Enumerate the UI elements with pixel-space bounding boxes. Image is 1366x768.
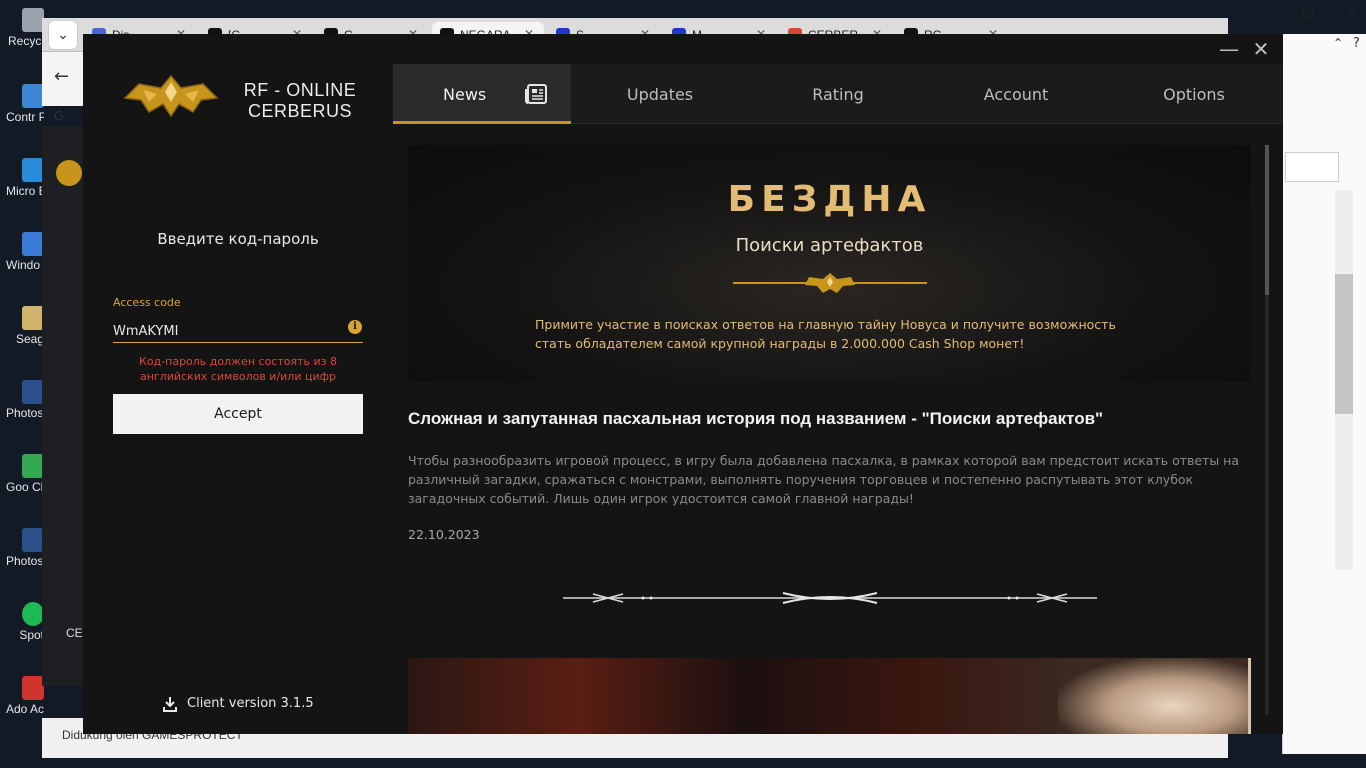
- client-version: Client version 3.1.5: [163, 694, 314, 714]
- news-scroll-thumb[interactable]: [1265, 145, 1269, 295]
- side-panel-field[interactable]: [1285, 152, 1339, 182]
- desktop-icon-label: Spot: [19, 628, 44, 642]
- access-code-label: Access code: [113, 296, 181, 309]
- cerberus-logo-icon: [123, 74, 219, 118]
- desktop-icon-label: Windo Update: [6, 258, 44, 272]
- edge-icon: [22, 158, 44, 182]
- help-icon[interactable]: ?: [1353, 36, 1360, 51]
- desktop-icon-spotify[interactable]: Spot: [0, 602, 44, 662]
- desktop-icon-control-panel[interactable]: Contr Pane: [0, 84, 44, 144]
- windows-update-icon: [22, 232, 44, 256]
- client-version-text: Client version 3.1.5: [187, 696, 314, 711]
- access-code-underline: [113, 342, 363, 343]
- tab-news[interactable]: News: [393, 64, 571, 124]
- page-left-pane: CE: [42, 126, 84, 686]
- side-panel: ⌃ ?: [1282, 34, 1366, 754]
- arrow-left-icon[interactable]: ←: [54, 66, 69, 87]
- bookmark-gmail[interactable]: G: [54, 108, 74, 123]
- desktop-icon-recycle-bin[interactable]: Recycl: [0, 8, 44, 68]
- newspaper-icon: [525, 84, 547, 104]
- acrobat-icon: [22, 676, 44, 700]
- photoshop-icon: [22, 380, 44, 404]
- banner-title: БЕЗДНА: [727, 179, 932, 220]
- desktop-icon-acrobat[interactable]: Ado Acro: [0, 676, 44, 736]
- chrome-icon: [22, 454, 44, 478]
- browser-window-controls: — ☐ ✕: [1216, 0, 1366, 30]
- launcher-window: — ✕ RF - ONLINE CERBERUS Введите код-пар…: [83, 34, 1283, 734]
- recycle-bin-icon: [22, 8, 44, 32]
- article-date: 22.10.2023: [408, 527, 480, 542]
- access-code-input[interactable]: [113, 320, 349, 342]
- news-banner-secondary[interactable]: [408, 658, 1251, 734]
- tab-updates[interactable]: Updates: [571, 64, 749, 124]
- app-logo-text: RF - ONLINE CERBERUS: [243, 80, 357, 121]
- tab-account[interactable]: Account: [927, 64, 1105, 124]
- desktop-icon-windows-update[interactable]: Windo Update: [0, 232, 44, 292]
- tab-search-dropdown[interactable]: ⌄: [48, 20, 78, 50]
- desktop-icon-label: Contr Pane: [6, 110, 44, 124]
- main-nav: News Updates Rating Account Options: [393, 64, 1283, 124]
- desktop-icon-photoshop-cs6[interactable]: Photos CS6 x: [0, 380, 44, 440]
- spotify-icon: [22, 602, 44, 626]
- minimize-icon[interactable]: —: [1217, 38, 1241, 62]
- seagate-icon: [22, 306, 44, 330]
- login-title: Введите код-пароль: [157, 230, 319, 248]
- desktop-icon-label: Ado Acro: [6, 702, 44, 716]
- access-code-error: Код-пароль должен состоять из 8 английск…: [139, 355, 337, 383]
- chevron-down-icon: ⌄: [57, 27, 69, 43]
- banner-subtitle: Поиски артефактов: [735, 235, 924, 256]
- chevron-up-icon[interactable]: ⌃: [1333, 36, 1343, 50]
- photoshop-icon: [22, 528, 44, 552]
- desktop-icon-label: Photos CS: [6, 554, 44, 568]
- desktop-icon-seagate[interactable]: Seag: [0, 306, 44, 366]
- left-pane-label: CE: [66, 626, 83, 640]
- divider-ornament-icon: [563, 592, 1097, 604]
- desktop-icon-label: Seag: [15, 332, 44, 346]
- control-panel-icon: [22, 84, 44, 108]
- desktop-icon-chrome[interactable]: Goo Chro: [0, 454, 44, 514]
- close-icon[interactable]: ✕: [1249, 38, 1273, 62]
- accept-button[interactable]: Accept: [113, 394, 363, 434]
- desktop-icon-label: Goo Chro: [6, 480, 44, 494]
- article-body: Чтобы разнообразить игровой процесс, в и…: [408, 453, 1240, 506]
- cerberus-icon: [56, 160, 82, 186]
- tab-label: News: [443, 85, 487, 104]
- article-title[interactable]: Сложная и запутанная пасхальная история …: [408, 409, 1251, 429]
- side-panel-scroll-thumb[interactable]: [1335, 274, 1353, 414]
- desktop-icon-label: Recycl: [7, 34, 44, 48]
- minimize-icon[interactable]: —: [1256, 6, 1270, 22]
- desktop-icon-photoshop-cs[interactable]: Photos CS: [0, 528, 44, 588]
- info-icon[interactable]: i: [348, 320, 362, 334]
- news-scrollbar[interactable]: [1265, 145, 1269, 715]
- tab-rating[interactable]: Rating: [749, 64, 927, 124]
- desktop-icon-label: Photos CS6 x: [6, 406, 44, 420]
- login-sidebar: RF - ONLINE CERBERUS Введите код-пароль …: [83, 34, 393, 734]
- tab-options[interactable]: Options: [1105, 64, 1283, 124]
- banner-description: Примите участие в поисках ответов на гла…: [535, 317, 1116, 351]
- news-banner[interactable]: БЕЗДНА Поиски артефактов Примите участие…: [408, 145, 1251, 382]
- maximize-icon[interactable]: ☐: [1302, 6, 1315, 22]
- desktop-icon-label: Micro Edg: [6, 184, 44, 198]
- download-icon: [163, 696, 177, 712]
- desktop-icon-edge[interactable]: Micro Edg: [0, 158, 44, 218]
- banner-emblem-icon: [733, 273, 927, 293]
- news-feed: БЕЗДНА Поиски артефактов Примите участие…: [393, 125, 1283, 734]
- banner-character-image: [1058, 658, 1248, 734]
- close-icon[interactable]: ✕: [1346, 6, 1358, 22]
